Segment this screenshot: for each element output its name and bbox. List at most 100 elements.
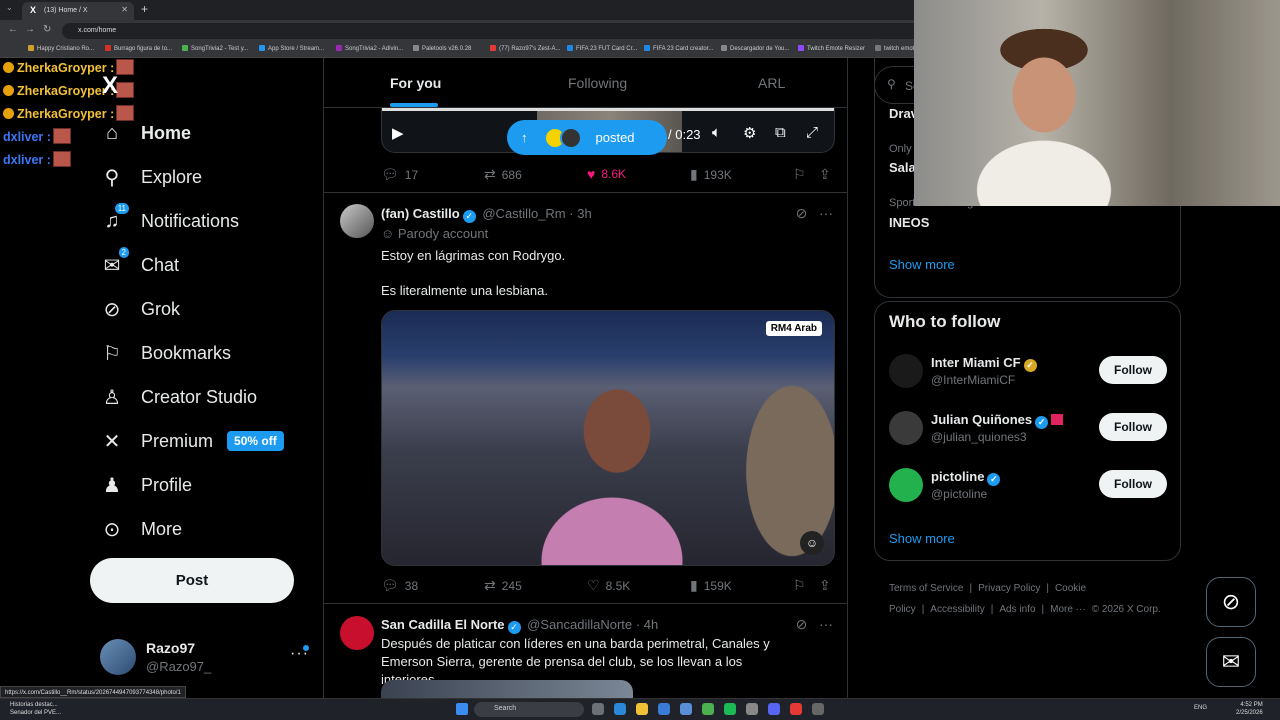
nav-item-bookmarks[interactable]: ⚐ Bookmarks bbox=[100, 339, 231, 367]
discord-icon[interactable] bbox=[768, 703, 780, 715]
tab-list-chevron-icon[interactable]: ⌄ bbox=[6, 3, 13, 12]
nav-item-more[interactable]: ⊙ More bbox=[100, 515, 182, 543]
follow-suggestion[interactable]: Julian Quiñones ✓ @julian_quiones3 Follow bbox=[889, 409, 1167, 449]
footer-link[interactable]: More ··· bbox=[1050, 604, 1086, 615]
language-indicator[interactable]: ENG bbox=[1194, 705, 1207, 711]
footer-link[interactable]: Privacy Policy bbox=[978, 583, 1040, 594]
footer-link[interactable]: © 2026 X Corp. bbox=[1092, 604, 1161, 615]
x-logo-icon[interactable]: X bbox=[102, 72, 118, 100]
tab-arl[interactable]: ARL bbox=[758, 75, 785, 91]
app-icon[interactable] bbox=[812, 703, 824, 715]
tweet-time[interactable]: 3h bbox=[577, 206, 591, 221]
tweet-video[interactable]: RM4 Arab ☺ bbox=[381, 310, 835, 566]
tab-for-you[interactable]: For you bbox=[390, 75, 441, 91]
follow-suggestion[interactable]: Inter Miami CF ✓ @InterMiamiCF Follow bbox=[889, 352, 1167, 392]
bookmark-item[interactable]: Burrago figura de to... bbox=[105, 45, 172, 52]
author-name[interactable]: San Cadilla El Norte bbox=[381, 617, 505, 632]
follow-suggestion[interactable]: pictoline ✓ @pictoline Follow bbox=[889, 466, 1167, 506]
reply-button[interactable]: 💬︎ 38 bbox=[381, 577, 418, 594]
account-switcher[interactable]: Razo97 @Razo97_ ··· bbox=[100, 637, 312, 677]
footer-link[interactable]: Terms of Service bbox=[889, 583, 963, 594]
footer-link[interactable]: Ads info bbox=[999, 604, 1035, 615]
post-button[interactable]: Post bbox=[90, 558, 294, 603]
show-more-follow[interactable]: Show more bbox=[889, 531, 955, 546]
nav-item-chat[interactable]: ✉ 2 Chat bbox=[100, 247, 179, 279]
back-icon[interactable]: ← bbox=[8, 24, 18, 35]
nav-item-explore[interactable]: ⚲ Explore bbox=[100, 163, 202, 191]
bookmark-item[interactable]: Paletools v26.0.28 bbox=[413, 45, 471, 52]
volume-icon[interactable]: 🔈︎ bbox=[712, 124, 721, 141]
play-icon[interactable]: ▶ bbox=[392, 124, 404, 142]
app-icon[interactable] bbox=[746, 703, 758, 715]
app-icon[interactable] bbox=[790, 703, 802, 715]
views-button[interactable]: ▮ 159K bbox=[690, 577, 732, 594]
trend-name[interactable]: INEOS bbox=[889, 215, 929, 230]
tweet-time[interactable]: 4h bbox=[644, 617, 658, 632]
pip-icon[interactable]: ⧉ bbox=[775, 124, 786, 141]
trend-name[interactable]: Sala bbox=[889, 160, 916, 175]
sticker-icon[interactable]: ☺ bbox=[800, 531, 824, 555]
repost-button[interactable]: ⇄ 245 bbox=[484, 577, 522, 594]
nav-item-creator-studio[interactable]: ♙ Creator Studio bbox=[100, 383, 257, 411]
show-more-trends[interactable]: Show more bbox=[889, 257, 955, 272]
share-button[interactable]: ⇪ bbox=[819, 577, 837, 594]
bookmark-item[interactable]: SongTrivia2 - Test y... bbox=[182, 45, 248, 52]
follow-button[interactable]: Follow bbox=[1099, 470, 1167, 498]
new-tab-icon[interactable]: + bbox=[141, 2, 148, 16]
follow-button[interactable]: Follow bbox=[1099, 356, 1167, 384]
browser-tab[interactable]: X (13) Home / X ✕ bbox=[22, 2, 134, 20]
grok-fab-icon[interactable]: ⊘ bbox=[1206, 577, 1256, 627]
windows-start-icon[interactable] bbox=[456, 703, 468, 715]
nav-item-profile[interactable]: ♟ Profile bbox=[100, 471, 192, 499]
bookmark-button[interactable]: ⚐ bbox=[793, 166, 812, 183]
footer-link[interactable]: Accessibility bbox=[930, 604, 984, 615]
tweet-media[interactable] bbox=[381, 680, 633, 698]
bookmark-item[interactable]: Twitch Emote Resizer bbox=[798, 45, 865, 52]
bookmark-button[interactable]: ⚐ bbox=[793, 577, 812, 594]
author-handle[interactable]: @SancadillaNorte bbox=[527, 617, 632, 632]
store-icon[interactable] bbox=[658, 703, 670, 715]
grok-icon[interactable]: ⊘ bbox=[796, 205, 808, 221]
chrome-icon[interactable] bbox=[702, 703, 714, 715]
bookmark-item[interactable]: SongTrivia2 - Adivin... bbox=[336, 45, 403, 52]
taskbar-search[interactable]: Search bbox=[474, 702, 584, 717]
reply-button[interactable]: 💬︎ 17 bbox=[381, 166, 418, 183]
tab-following[interactable]: Following bbox=[568, 75, 627, 91]
settings-gear-icon[interactable]: ⚙ bbox=[743, 124, 756, 142]
like-button[interactable]: ♡ 8.5K bbox=[587, 577, 630, 594]
author-name[interactable]: (fan) Castillo bbox=[381, 206, 460, 221]
avatar[interactable] bbox=[340, 616, 374, 650]
forward-icon[interactable]: → bbox=[25, 24, 35, 35]
more-horizontal-icon[interactable]: ··· bbox=[819, 205, 833, 221]
nav-item-premium[interactable]: ✕ Premium 50% off bbox=[100, 427, 284, 455]
fullscreen-icon[interactable]: ⤢ bbox=[806, 124, 818, 141]
nav-item-notifications[interactable]: ♫ 11 Notifications bbox=[100, 203, 239, 235]
address-input[interactable]: x.com/home bbox=[62, 23, 922, 39]
reload-icon[interactable]: ↻ bbox=[43, 24, 51, 35]
new-posts-pill[interactable]: ↑ posted bbox=[507, 120, 667, 155]
like-button[interactable]: ♥ 8.6K bbox=[587, 166, 626, 182]
share-button[interactable]: ⇪ bbox=[819, 166, 837, 183]
close-tab-icon[interactable]: ✕ bbox=[121, 5, 128, 14]
avatar[interactable] bbox=[340, 204, 374, 238]
bookmark-item[interactable]: FIFA 23 FUT Card Cr... bbox=[567, 45, 637, 52]
nav-item-grok[interactable]: ⊘ Grok bbox=[100, 295, 180, 323]
explorer-icon[interactable] bbox=[636, 703, 648, 715]
bookmark-item[interactable]: (77) Razo97's Zest-A... bbox=[490, 45, 561, 52]
bookmark-item[interactable]: Happy Cristiano Ro... bbox=[28, 45, 94, 52]
app-icon[interactable] bbox=[680, 703, 692, 715]
spotify-icon[interactable] bbox=[724, 703, 736, 715]
author-handle[interactable]: @Castillo_Rm bbox=[482, 206, 565, 221]
bookmark-item[interactable]: FIFA 23 Card creator... bbox=[644, 45, 713, 52]
bookmark-item[interactable]: App Store / Stream... bbox=[259, 45, 324, 52]
clock[interactable]: 4:52 PM 2/25/2026 bbox=[1236, 701, 1263, 717]
task-view-icon[interactable] bbox=[592, 703, 604, 715]
news-widget[interactable]: Historias destac... Senador del PVE... bbox=[10, 701, 61, 717]
edge-icon[interactable] bbox=[614, 703, 626, 715]
follow-button[interactable]: Follow bbox=[1099, 413, 1167, 441]
nav-item-home[interactable]: ⌂ Home bbox=[100, 119, 191, 147]
views-button[interactable]: ▮ 193K bbox=[690, 166, 732, 183]
repost-button[interactable]: ⇄ 686 bbox=[484, 166, 522, 183]
bookmark-item[interactable]: Descargador de You... bbox=[721, 45, 789, 52]
messages-fab-icon[interactable]: ✉ bbox=[1206, 637, 1256, 687]
